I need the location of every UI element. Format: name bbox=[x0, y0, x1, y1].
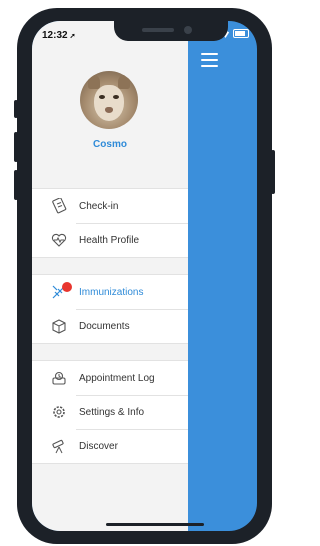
avatar-eye-left bbox=[99, 95, 105, 99]
phone-power-button bbox=[271, 150, 275, 194]
menu-item-health-profile[interactable]: Health Profile bbox=[32, 223, 188, 257]
health-heart-icon bbox=[51, 233, 67, 247]
status-time-text: 12:32 bbox=[42, 30, 68, 41]
menu-label-appointment-log: Appointment Log bbox=[79, 372, 155, 384]
battery-icon bbox=[233, 29, 249, 38]
menu-label-health-profile: Health Profile bbox=[79, 234, 140, 246]
menu-label-discover: Discover bbox=[79, 440, 118, 452]
phone-volume-down-button bbox=[14, 170, 18, 200]
gear-icon bbox=[53, 406, 65, 418]
speaker-grille bbox=[142, 28, 174, 32]
menu-label-documents: Documents bbox=[79, 320, 130, 332]
menu-section-3: Appointment Log Settings & Info Discover bbox=[32, 360, 188, 464]
avatar-nose bbox=[105, 107, 113, 113]
telescope-icon bbox=[52, 439, 64, 454]
menu-item-immunizations[interactable]: Immunizations bbox=[32, 275, 188, 309]
menu-item-appointment-log[interactable]: Appointment Log bbox=[32, 361, 188, 395]
avatar[interactable] bbox=[80, 71, 138, 129]
avatar-ear-right bbox=[118, 75, 130, 89]
avatar-eye-right bbox=[113, 95, 119, 99]
notification-badge bbox=[62, 282, 72, 292]
avatar-ear-left bbox=[88, 75, 100, 89]
menu-item-documents[interactable]: Documents bbox=[32, 309, 188, 343]
phone-volume-up-button bbox=[14, 132, 18, 162]
phone-side-button bbox=[14, 100, 18, 118]
menu-label-immunizations: Immunizations bbox=[79, 286, 144, 298]
front-camera bbox=[184, 26, 192, 34]
menu-label-settings-info: Settings & Info bbox=[79, 406, 145, 418]
avatar-face bbox=[94, 85, 124, 121]
status-time: 12:32 ➚ bbox=[42, 30, 75, 41]
menu-item-check-in[interactable]: Check-in bbox=[32, 189, 188, 223]
phone-notch bbox=[114, 21, 228, 41]
documents-icon bbox=[52, 319, 66, 334]
location-arrow-icon: ➚ bbox=[69, 33, 76, 40]
appointment-log-icon bbox=[52, 371, 66, 385]
navigation-drawer: 12:32 ➚ Cosmo Check-in Health Profile Im… bbox=[32, 21, 188, 531]
hamburger-menu-icon[interactable] bbox=[201, 53, 218, 71]
menu-section-1: Check-in Health Profile bbox=[32, 188, 188, 258]
menu-section-2: Immunizations Documents bbox=[32, 274, 188, 344]
screen: 12:32 ➚ Cosmo Check-in Health Profile Im… bbox=[32, 21, 257, 531]
profile-name[interactable]: Cosmo bbox=[32, 139, 188, 150]
menu-item-settings-info[interactable]: Settings & Info bbox=[32, 395, 188, 429]
menu-label-check-in: Check-in bbox=[79, 200, 119, 212]
home-indicator[interactable] bbox=[106, 523, 204, 526]
checkin-icon bbox=[52, 198, 67, 214]
menu-item-discover[interactable]: Discover bbox=[32, 429, 188, 463]
